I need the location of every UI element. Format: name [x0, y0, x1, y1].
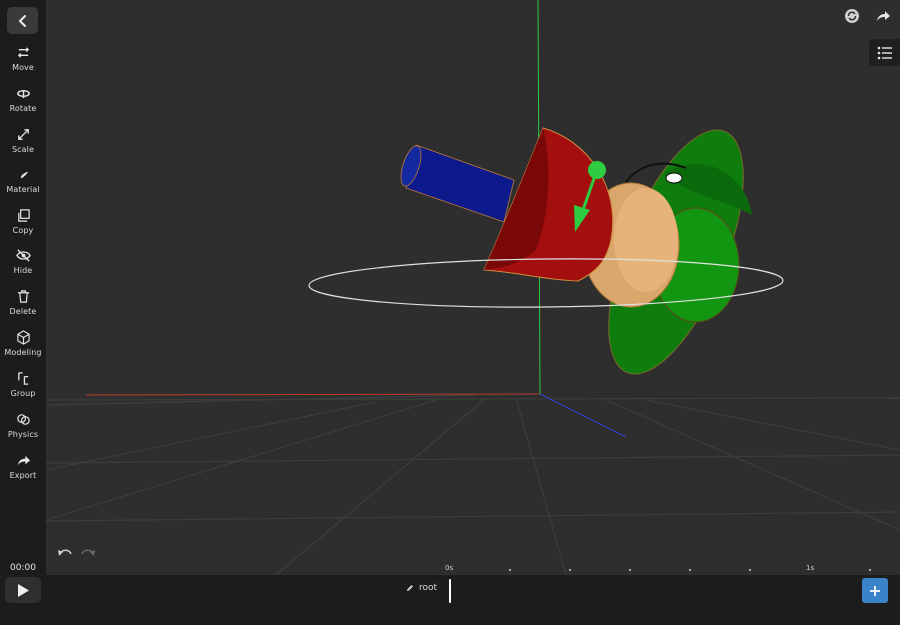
- 3d-viewport[interactable]: [46, 0, 900, 575]
- tool-physics[interactable]: Physics: [0, 410, 46, 448]
- object-list-button[interactable]: [869, 39, 900, 66]
- timeline-tick: [749, 569, 751, 571]
- list-icon: [877, 46, 892, 59]
- sync-icon: [845, 9, 859, 23]
- play-icon: [18, 583, 29, 597]
- tool-scale[interactable]: Scale: [0, 125, 46, 163]
- playhead[interactable]: [449, 579, 451, 603]
- pencil-icon: [407, 585, 413, 591]
- add-keyframe-button[interactable]: [862, 578, 888, 603]
- timeline-start-label: 0s: [445, 564, 454, 572]
- undo-icon[interactable]: [58, 549, 72, 556]
- timeline-end-label: 1s: [806, 564, 815, 572]
- ground-grid: [46, 394, 900, 575]
- share-icon: [17, 455, 30, 466]
- plus-icon: [870, 585, 880, 596]
- chevron-left-icon: [18, 14, 26, 27]
- tool-move[interactable]: Move: [0, 43, 46, 81]
- tool-label: Material: [6, 185, 40, 194]
- sync-button[interactable]: [843, 7, 861, 25]
- tool-label: Hide: [13, 266, 33, 275]
- tool-hide[interactable]: Hide: [0, 246, 46, 284]
- tool-label: Delete: [9, 307, 37, 316]
- timeline-tick: [569, 569, 571, 571]
- time-readout: 00:00: [10, 563, 36, 573]
- eye-off-icon: [15, 249, 31, 262]
- tool-label: Move: [12, 63, 34, 72]
- tool-export[interactable]: Export: [0, 451, 46, 489]
- tool-label: Modeling: [4, 348, 42, 357]
- share-icon: [877, 11, 890, 21]
- back-button[interactable]: [7, 7, 38, 34]
- track-root[interactable]: root: [406, 583, 437, 593]
- tool-material[interactable]: Material: [0, 165, 46, 203]
- cube-icon: [16, 330, 30, 345]
- move-icon: [17, 47, 29, 58]
- timeline-tick: [629, 569, 631, 571]
- tool-copy[interactable]: Copy: [0, 206, 46, 244]
- redo-icon[interactable]: [81, 549, 95, 556]
- tool-label: Scale: [11, 145, 35, 154]
- timeline-tick: [869, 569, 871, 571]
- tool-delete[interactable]: Delete: [0, 287, 46, 325]
- tool-label: Physics: [7, 430, 39, 439]
- share-button[interactable]: [873, 7, 893, 25]
- blue-cylinder[interactable]: [397, 144, 515, 223]
- tool-label: Group: [10, 389, 36, 398]
- copy-icon: [17, 209, 30, 222]
- tool-sidebar: Move Rotate Scale Material Copy Hide Del…: [0, 0, 46, 625]
- track-label: root: [419, 583, 438, 593]
- scene-canvas[interactable]: [46, 0, 900, 575]
- timeline-tick: [689, 569, 691, 571]
- play-button[interactable]: [5, 577, 41, 603]
- z-axis-line: [539, 393, 627, 438]
- tool-rotate[interactable]: Rotate: [0, 84, 46, 122]
- tool-group[interactable]: Group: [0, 369, 46, 407]
- rotate-icon: [16, 89, 30, 99]
- brush-icon: [20, 171, 28, 179]
- tool-modeling[interactable]: Modeling: [0, 328, 46, 366]
- timeline[interactable]: 0s 1s root: [46, 564, 900, 625]
- scale-icon: [17, 129, 29, 140]
- tool-label: Export: [9, 471, 37, 480]
- trash-icon: [17, 290, 29, 303]
- timeline-tick: [509, 569, 511, 571]
- tool-label: Copy: [12, 226, 34, 235]
- tool-label: Rotate: [9, 104, 37, 113]
- physics-icon: [16, 414, 30, 425]
- group-icon: [17, 372, 28, 385]
